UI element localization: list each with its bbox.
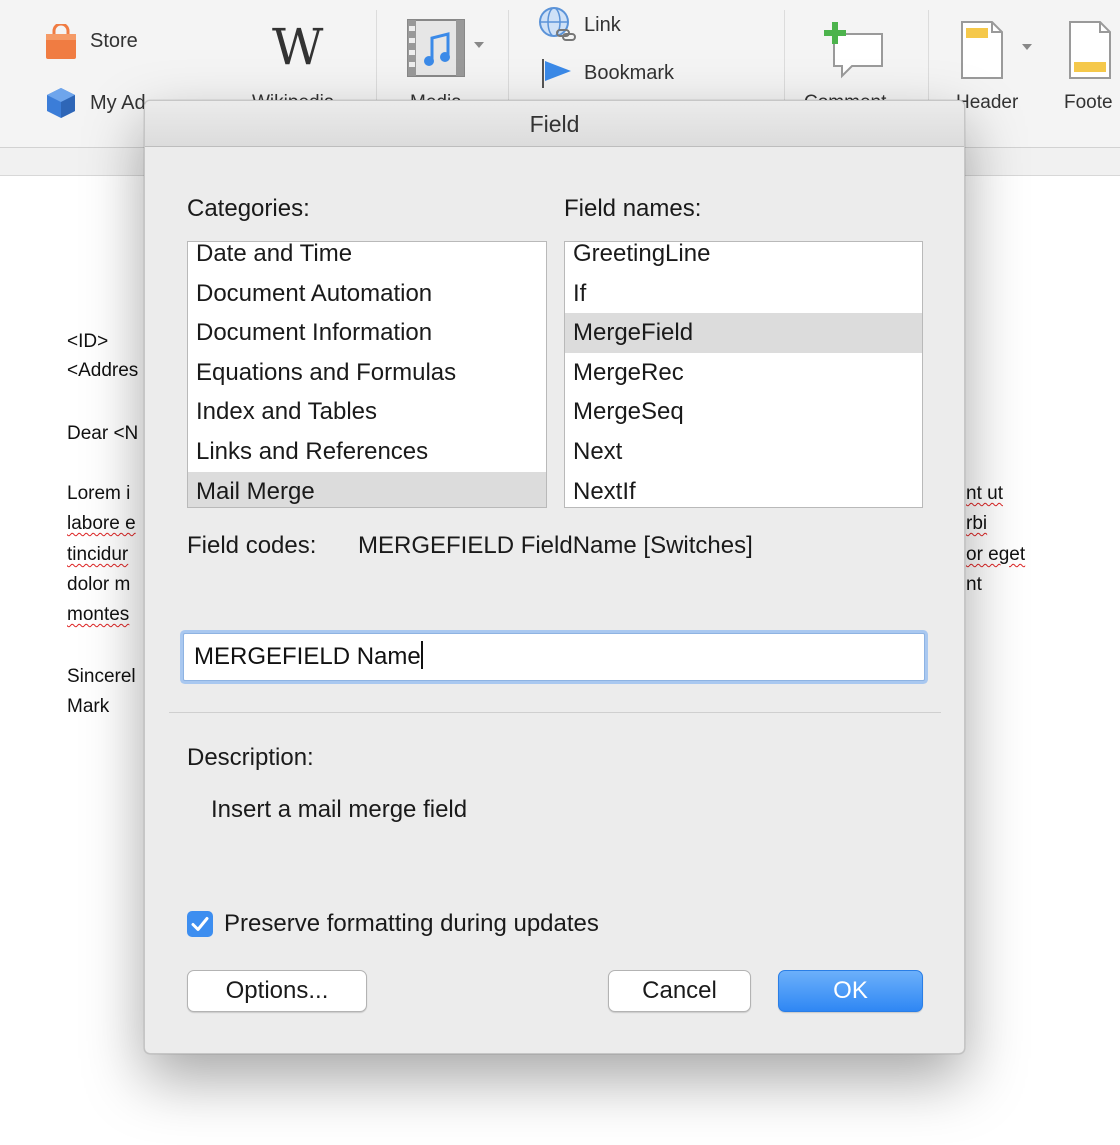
header-icon[interactable] <box>958 20 1038 85</box>
list-item[interactable]: Next <box>565 432 922 472</box>
description-label: Description: <box>187 744 314 771</box>
header-label[interactable]: Header <box>956 92 1018 114</box>
doc-line: nt <box>966 574 982 595</box>
description-text: Insert a mail merge field <box>211 796 468 823</box>
checkmark-icon <box>191 917 209 931</box>
store-icon[interactable] <box>44 22 78 65</box>
doc-line: Mark <box>67 696 110 717</box>
bookmark-icon[interactable] <box>540 57 574 94</box>
divider <box>169 712 941 713</box>
field-names-label: Field names: <box>564 195 702 222</box>
field-code-input[interactable]: MERGEFIELD Name <box>183 633 925 681</box>
doc-line: nt ut <box>966 483 1003 504</box>
doc-line: Lorem i <box>67 483 131 504</box>
list-item[interactable]: GreetingLine <box>565 242 922 274</box>
list-item-selected[interactable]: Mail Merge <box>188 471 546 507</box>
field-codes-value: MERGEFIELD FieldName [Switches] <box>358 532 753 559</box>
ok-button[interactable]: OK <box>778 970 923 1012</box>
list-item[interactable]: If <box>565 274 922 314</box>
list-item[interactable]: MergeRec <box>565 353 922 393</box>
categories-list[interactable]: Date and Time Document Automation Docume… <box>187 241 547 508</box>
add-ins-icon[interactable] <box>44 86 78 125</box>
list-item[interactable]: NextIf <box>565 472 922 507</box>
doc-line: tincidur <box>67 544 129 565</box>
field-names-list[interactable]: GreetingLine If MergeField MergeRec Merg… <box>564 241 923 508</box>
field-codes-label: Field codes: <box>187 532 317 559</box>
media-icon[interactable] <box>406 18 488 85</box>
cancel-button[interactable]: Cancel <box>608 970 751 1012</box>
doc-line: or eget <box>966 544 1026 565</box>
doc-line: rbi <box>966 513 988 534</box>
link-button[interactable]: Link <box>584 14 621 37</box>
list-item[interactable]: Equations and Formulas <box>188 353 546 393</box>
preserve-formatting-checkbox[interactable] <box>187 911 213 937</box>
doc-line: <Addres <box>67 360 139 381</box>
list-item[interactable]: Document Information <box>188 313 546 353</box>
doc-line: <ID> <box>67 331 109 352</box>
field-code-input-text: MERGEFIELD Name <box>194 643 421 670</box>
list-item[interactable]: MergeSeq <box>565 392 922 432</box>
doc-line: montes <box>67 604 130 625</box>
list-item[interactable]: Document Automation <box>188 274 546 314</box>
list-item[interactable]: Date and Time <box>188 242 546 274</box>
options-button[interactable]: Options... <box>187 970 367 1012</box>
field-dialog: Field Categories: Field names: Date and … <box>144 100 965 1054</box>
preserve-formatting-label[interactable]: Preserve formatting during updates <box>224 910 599 938</box>
categories-label: Categories: <box>187 195 310 222</box>
list-item[interactable]: Links and References <box>188 432 546 472</box>
doc-line: Sincerel <box>67 666 136 687</box>
doc-line: dolor m <box>67 574 131 595</box>
store-button[interactable]: Store <box>90 30 138 53</box>
my-addins-button[interactable]: My Ad <box>90 92 146 115</box>
dialog-title[interactable]: Field <box>145 101 964 147</box>
new-comment-icon[interactable] <box>818 20 888 85</box>
footer-label[interactable]: Foote <box>1064 92 1113 114</box>
list-item-selected[interactable]: MergeField <box>565 313 922 353</box>
list-item[interactable]: Index and Tables <box>188 392 546 432</box>
bookmark-button[interactable]: Bookmark <box>584 62 674 85</box>
wikipedia-icon[interactable]: W <box>272 22 323 72</box>
doc-line: Dear <N <box>67 423 139 444</box>
doc-line: labore e <box>67 513 136 534</box>
text-caret <box>420 641 423 669</box>
footer-icon[interactable] <box>1066 20 1114 85</box>
link-globe-icon[interactable] <box>537 6 577 49</box>
